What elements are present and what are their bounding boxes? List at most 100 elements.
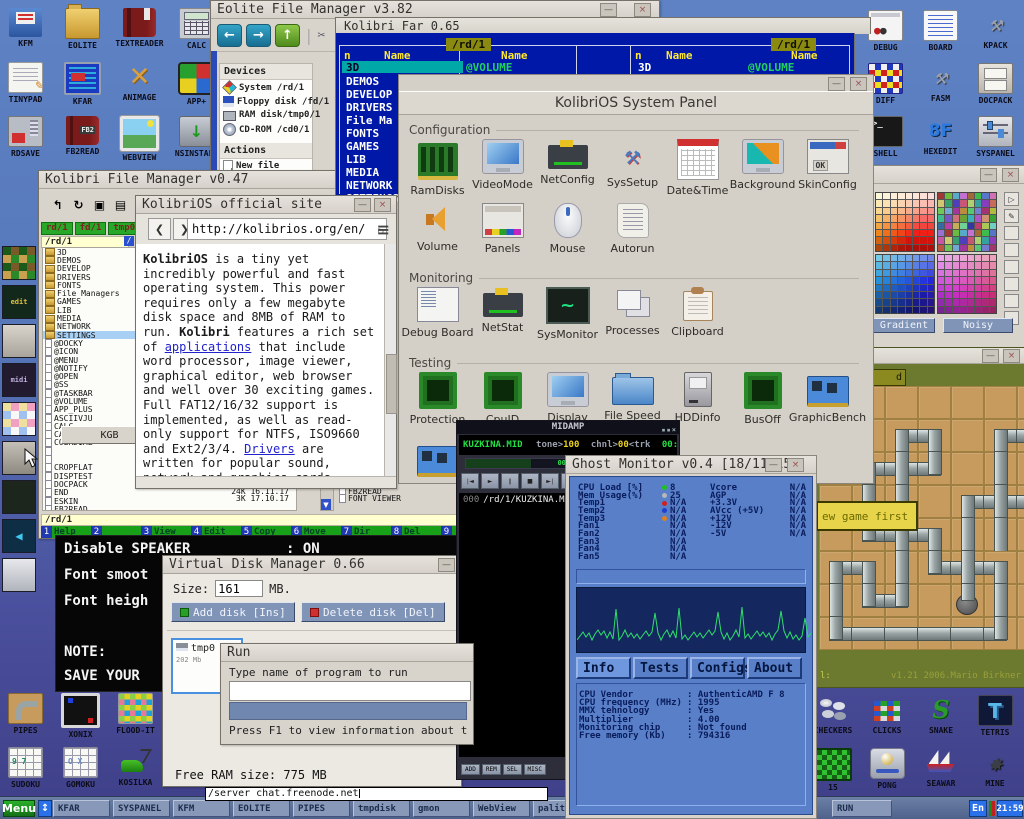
panel-app[interactable]: CpuID	[470, 372, 535, 426]
language-indicator[interactable]: En	[969, 800, 987, 817]
desktop-icon[interactable]: SYSPANEL	[968, 116, 1023, 169]
color-swatch[interactable]	[953, 299, 959, 305]
color-swatch[interactable]	[960, 307, 966, 313]
panel-app[interactable]: SysMonitor	[535, 287, 600, 341]
panel-app[interactable]: SkinConfig	[795, 139, 860, 197]
color-swatch[interactable]	[883, 237, 889, 243]
color-swatch[interactable]	[883, 230, 889, 236]
pipe-cell[interactable]	[918, 617, 951, 650]
color-swatch[interactable]	[938, 270, 944, 276]
color-swatch[interactable]	[876, 200, 882, 206]
minimize-button[interactable]: —	[354, 198, 371, 212]
palette-tool-button[interactable]	[1004, 277, 1019, 291]
color-swatch[interactable]	[975, 245, 981, 251]
color-swatch[interactable]	[975, 215, 981, 221]
task-button[interactable]: PIPES	[293, 800, 350, 817]
color-swatch[interactable]	[982, 277, 988, 283]
pipe-cell[interactable]	[852, 584, 885, 617]
color-swatch[interactable]	[990, 277, 996, 283]
color-swatch[interactable]	[960, 255, 966, 261]
dock-app-icon[interactable]: ◀	[2, 519, 36, 553]
pipe-cell[interactable]	[918, 584, 951, 617]
color-swatch[interactable]	[883, 277, 889, 283]
dock-app-icon[interactable]	[2, 480, 36, 514]
color-swatch[interactable]	[898, 292, 904, 298]
menu-icon[interactable]: ≡	[377, 220, 390, 239]
color-swatch[interactable]	[945, 292, 951, 298]
color-swatch[interactable]	[953, 285, 959, 291]
panel-app[interactable]: HDDinfo	[665, 372, 730, 426]
color-swatch[interactable]	[883, 208, 889, 214]
desktop-icon[interactable]: HEXEDIT	[913, 116, 968, 169]
kfm-tool-icon[interactable]: ▤	[112, 197, 129, 212]
color-swatch[interactable]	[920, 285, 926, 291]
color-swatch[interactable]	[938, 215, 944, 221]
color-swatch[interactable]	[945, 208, 951, 214]
color-swatch[interactable]	[913, 245, 919, 251]
color-swatch[interactable]	[975, 255, 981, 261]
color-swatch[interactable]	[960, 292, 966, 298]
color-swatch[interactable]	[928, 230, 934, 236]
color-swatch[interactable]	[960, 230, 966, 236]
color-swatch[interactable]	[920, 270, 926, 276]
color-swatch[interactable]	[928, 237, 934, 243]
menu-button[interactable]: Menu	[3, 800, 35, 817]
vdm-titlebar[interactable]: Virtual Disk Manager 0.66 —	[163, 556, 461, 574]
playlist-mini-button[interactable]: REM	[482, 764, 501, 775]
color-swatch[interactable]	[945, 200, 951, 206]
gmon-tab[interactable]: Tests	[633, 657, 688, 679]
kfm-tool-icon[interactable]: ▣	[91, 197, 108, 212]
color-swatch[interactable]	[945, 193, 951, 199]
color-swatch[interactable]	[891, 307, 897, 313]
color-swatch[interactable]	[891, 262, 897, 268]
clock[interactable]: 21:59	[997, 800, 1023, 817]
color-swatch[interactable]	[990, 292, 996, 298]
pipe-cell[interactable]	[819, 617, 852, 650]
color-swatch[interactable]	[906, 307, 912, 313]
minimize-button[interactable]: —	[982, 349, 999, 363]
palette-tool-button[interactable]	[1004, 226, 1019, 240]
color-swatch[interactable]	[898, 208, 904, 214]
color-swatch[interactable]	[920, 230, 926, 236]
color-swatch[interactable]	[982, 270, 988, 276]
palette-grid-noisy[interactable]	[937, 192, 997, 252]
color-swatch[interactable]	[982, 230, 988, 236]
palette-grid-pink[interactable]	[937, 254, 997, 314]
color-swatch[interactable]	[960, 277, 966, 283]
pipe-cell[interactable]	[984, 551, 1017, 584]
color-swatch[interactable]	[975, 223, 981, 229]
panel-app[interactable]: NetConfig	[535, 139, 600, 197]
close-icon[interactable]: ×	[634, 3, 651, 17]
pipe-cell[interactable]	[951, 485, 984, 518]
color-swatch[interactable]	[891, 230, 897, 236]
desktop-icon[interactable]: MINE	[968, 748, 1022, 801]
player-button[interactable]: ►	[481, 473, 499, 489]
color-swatch[interactable]	[891, 270, 897, 276]
kfm-tab[interactable]: fd/1	[75, 222, 107, 235]
color-swatch[interactable]	[968, 292, 974, 298]
color-swatch[interactable]	[975, 299, 981, 305]
color-swatch[interactable]	[913, 208, 919, 214]
color-swatch[interactable]	[906, 299, 912, 305]
pipe-cell[interactable]	[984, 584, 1017, 617]
color-swatch[interactable]	[960, 285, 966, 291]
color-swatch[interactable]	[990, 270, 996, 276]
pipe-cell[interactable]	[852, 551, 885, 584]
color-swatch[interactable]	[982, 262, 988, 268]
color-swatch[interactable]	[898, 299, 904, 305]
color-swatch[interactable]	[945, 285, 951, 291]
color-swatch[interactable]	[928, 208, 934, 214]
pipe-cell[interactable]	[1017, 485, 1024, 518]
color-swatch[interactable]	[938, 255, 944, 261]
color-swatch[interactable]	[891, 223, 897, 229]
color-swatch[interactable]	[898, 307, 904, 313]
color-swatch[interactable]	[953, 237, 959, 243]
color-swatch[interactable]	[945, 245, 951, 251]
color-swatch[interactable]	[960, 215, 966, 221]
color-swatch[interactable]	[990, 215, 996, 221]
color-swatch[interactable]	[920, 262, 926, 268]
close-icon[interactable]: ×	[787, 458, 804, 472]
color-swatch[interactable]	[982, 215, 988, 221]
color-swatch[interactable]	[891, 277, 897, 283]
palitra-titlebar[interactable]: — ×	[859, 166, 1024, 184]
